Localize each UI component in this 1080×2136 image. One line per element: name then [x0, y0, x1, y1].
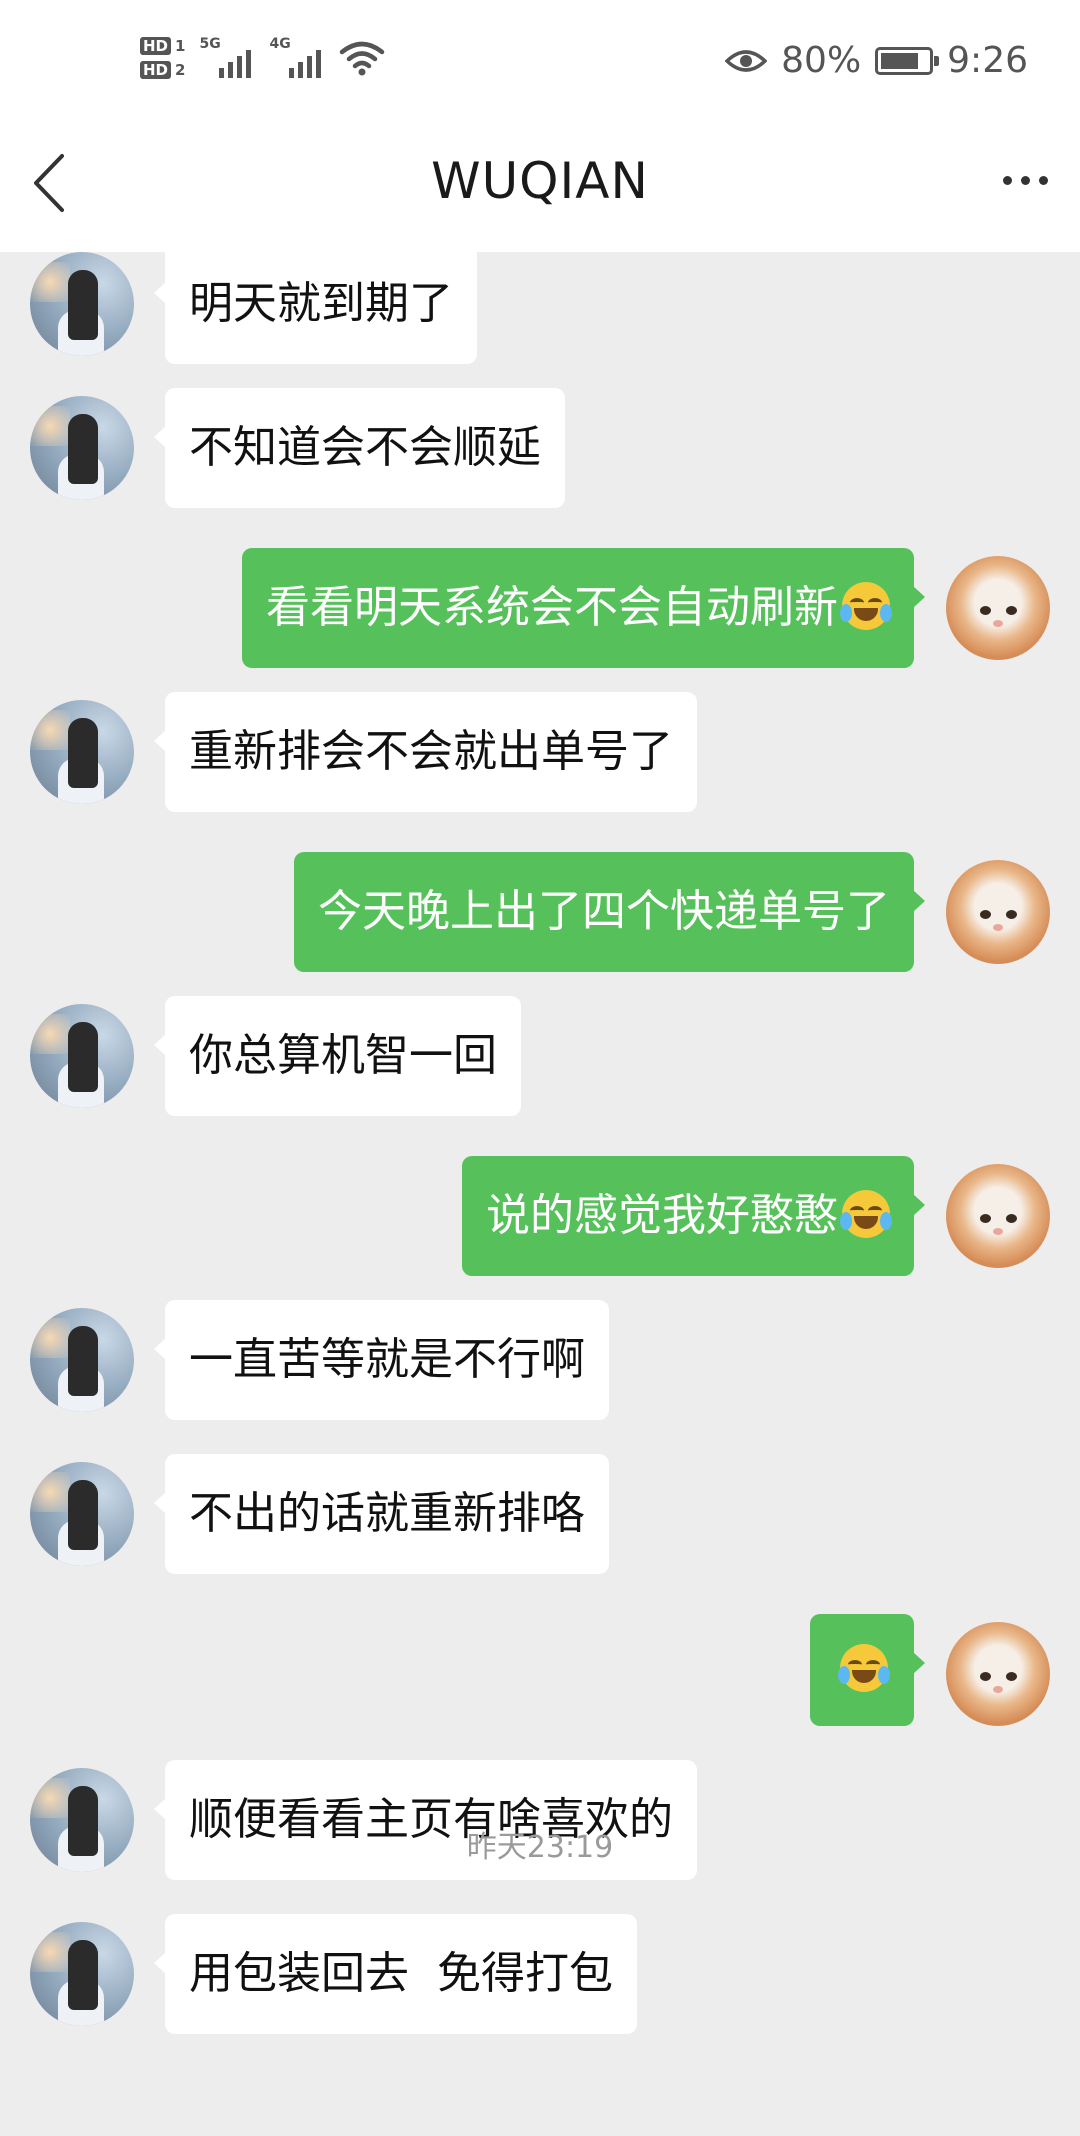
message-bubble[interactable]: 用包装回去 免得打包 — [154, 1914, 637, 2034]
incoming-message: 不知道会不会顺延 — [0, 388, 1080, 508]
message-text: 今天晚上出了四个快递单号了 — [318, 886, 890, 937]
incoming-message: 用包装回去 免得打包 — [0, 1914, 1080, 2034]
hd-badge: HD — [140, 61, 172, 79]
eye-comfort-icon — [725, 49, 768, 72]
sim-indicators: HD 1 HD 2 — [140, 37, 185, 79]
battery-fill — [881, 52, 918, 69]
message-text: 用包装回去 免得打包 — [189, 1948, 613, 1999]
signal-4g-icon: 4G — [269, 36, 325, 80]
contact-avatar[interactable] — [30, 1462, 134, 1566]
status-right: 80% 9:26 — [725, 40, 1028, 81]
incoming-message: 一直苦等就是不行啊 — [0, 1300, 1080, 1420]
message-text: 重新排会不会就出单号了 — [189, 726, 673, 777]
message-bubble[interactable]: 说的感觉我好憨憨 — [462, 1156, 925, 1276]
my-avatar[interactable] — [946, 556, 1050, 660]
message-bubble[interactable]: 不知道会不会顺延 — [154, 388, 565, 508]
signal-indicators: HD 1 HD 2 5G 4G — [140, 36, 385, 80]
message-text: 不知道会不会顺延 — [189, 422, 541, 473]
my-avatar[interactable] — [946, 860, 1050, 964]
network-type: 4G — [269, 36, 291, 52]
outgoing-message: 说的感觉我好憨憨 — [0, 1156, 1080, 1276]
laugh-cry-emoji-icon — [840, 582, 892, 630]
status-bar: HD 1 HD 2 5G 4G 80% 9:26 — [0, 0, 1080, 124]
message-bubble[interactable]: 你总算机智一回 — [154, 996, 521, 1116]
contact-avatar[interactable] — [30, 1922, 134, 2026]
chat-header: WUQIAN — [0, 124, 1080, 252]
my-avatar[interactable] — [946, 1622, 1050, 1726]
contact-avatar[interactable] — [30, 1004, 134, 1108]
message-text: 你总算机智一回 — [189, 1030, 497, 1081]
hd-badge: HD — [140, 37, 172, 55]
clock: 9:26 — [947, 40, 1028, 81]
message-bubble[interactable]: 看看明天系统会不会自动刷新 — [242, 548, 925, 668]
message-text: 一直苦等就是不行啊 — [189, 1334, 585, 1385]
outgoing-message — [0, 1614, 1080, 1726]
incoming-message: 明天就到期了 — [0, 252, 1080, 364]
sim1-indicator: HD 1 — [140, 37, 185, 55]
incoming-message: 不出的话就重新排咯 — [0, 1454, 1080, 1574]
sim2-indicator: HD 2 — [140, 61, 185, 79]
message-text: 说的感觉我好憨憨 — [486, 1190, 838, 1241]
message-bubble[interactable] — [810, 1614, 925, 1726]
my-avatar[interactable] — [946, 1164, 1050, 1268]
laugh-cry-emoji-icon — [838, 1644, 890, 1692]
battery-percent: 80% — [781, 40, 862, 81]
message-text: 明天就到期了 — [189, 278, 453, 329]
sim2-number: 2 — [175, 61, 186, 79]
message-bubble[interactable]: 不出的话就重新排咯 — [154, 1454, 609, 1574]
contact-avatar[interactable] — [30, 252, 134, 356]
message-text: 不出的话就重新排咯 — [189, 1488, 585, 1539]
outgoing-message: 看看明天系统会不会自动刷新 — [0, 548, 1080, 668]
wifi-icon — [340, 41, 385, 76]
message-text: 看看明天系统会不会自动刷新 — [266, 582, 838, 633]
contact-avatar[interactable] — [30, 1308, 134, 1412]
network-type: 5G — [199, 36, 221, 52]
sim1-number: 1 — [175, 37, 186, 55]
outgoing-message: 今天晚上出了四个快递单号了 — [0, 852, 1080, 972]
battery-icon — [875, 46, 940, 75]
message-bubble[interactable]: 明天就到期了 — [154, 252, 477, 364]
contact-avatar[interactable] — [30, 700, 134, 804]
chat-title: WUQIAN — [431, 152, 649, 210]
signal-5g-icon: 5G — [199, 36, 255, 80]
incoming-message: 重新排会不会就出单号了 — [0, 692, 1080, 812]
more-options-icon[interactable] — [1003, 176, 1048, 185]
message-bubble[interactable]: 今天晚上出了四个快递单号了 — [294, 852, 925, 972]
message-timestamp: 昨天23:19 — [466, 1830, 614, 1865]
laugh-cry-emoji-icon — [840, 1190, 892, 1238]
contact-avatar[interactable] — [30, 396, 134, 500]
incoming-message: 你总算机智一回 — [0, 996, 1080, 1116]
message-bubble[interactable]: 重新排会不会就出单号了 — [154, 692, 697, 812]
message-bubble[interactable]: 一直苦等就是不行啊 — [154, 1300, 609, 1420]
